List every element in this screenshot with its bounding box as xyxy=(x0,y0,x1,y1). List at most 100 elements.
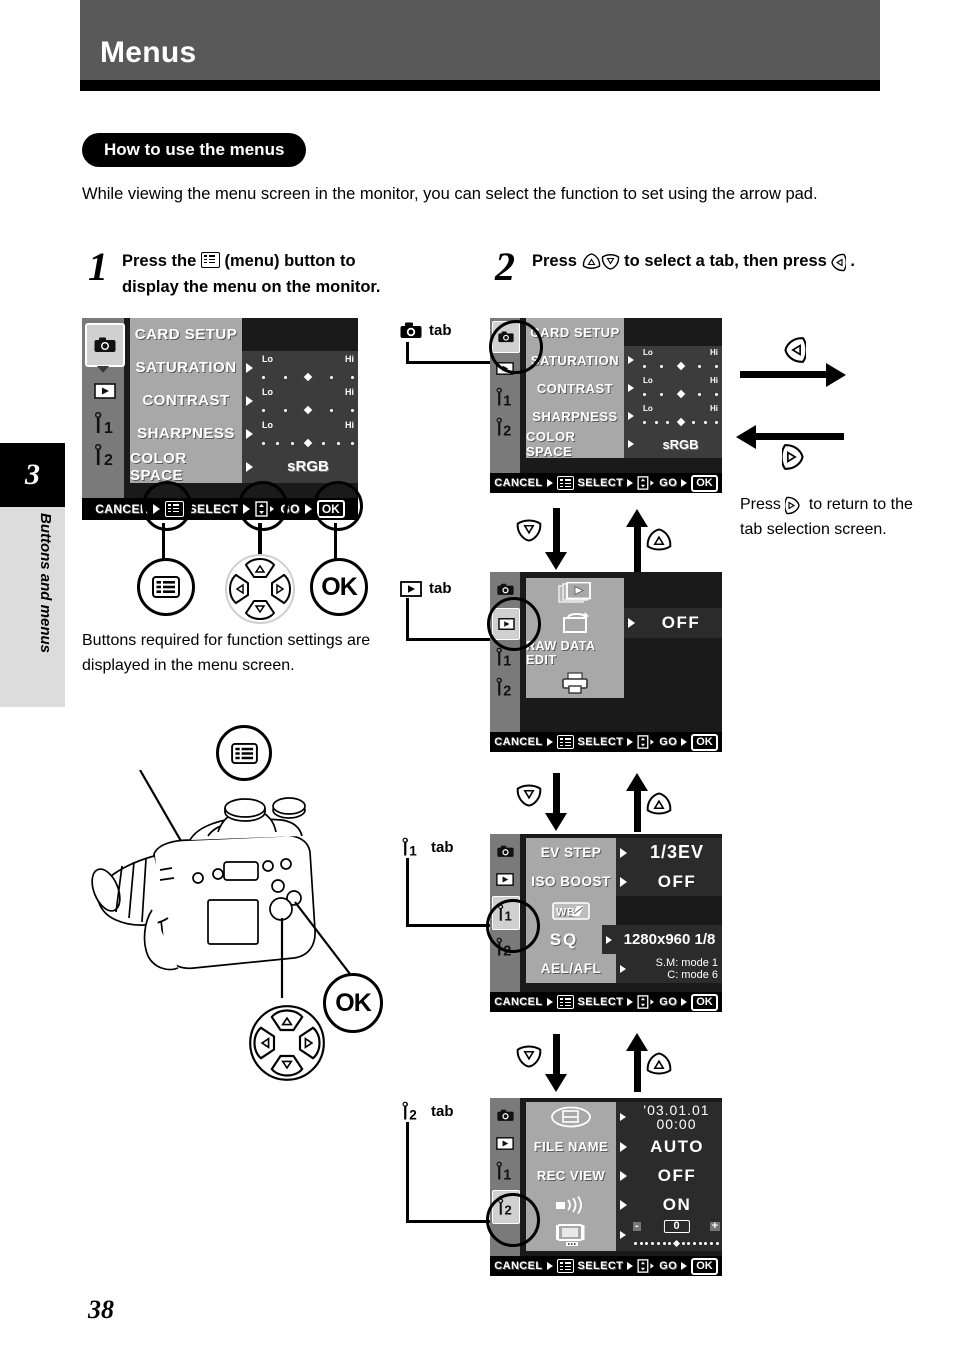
status-arrow-icon xyxy=(627,738,634,746)
menu-screen-step1[interactable]: 1 2 CARD SETUP SATURATION Lo Hi CONTRAST… xyxy=(82,318,358,520)
callout-ok-button[interactable]: OK xyxy=(310,558,368,616)
menu-row-value: 1/3EV xyxy=(616,838,722,867)
menu-row[interactable]: FILE NAME AUTO xyxy=(526,1132,722,1161)
tab-camera[interactable] xyxy=(492,838,518,864)
menu-row-value: ON xyxy=(616,1190,722,1219)
menu-row-value: S.M: mode 1 C: mode 6 xyxy=(616,954,722,983)
menu-screen-wrench2[interactable]: 1 2 '03.01.01 00:00 FILE NAME AUTO REC V… xyxy=(490,1098,722,1276)
tab-wrench2[interactable]: 2 xyxy=(492,674,518,700)
menu-row[interactable]: AEL/AFL S.M: mode 1 C: mode 6 xyxy=(526,954,722,983)
arrow-right-key-indicator xyxy=(784,336,808,369)
menu-row[interactable]: REC VIEW OFF xyxy=(526,1161,722,1190)
menu-row[interactable]: '03.01.01 00:00 xyxy=(526,1102,722,1132)
menu-row[interactable] xyxy=(526,668,722,698)
menu-row-label: ISO BOOST xyxy=(526,867,616,896)
tab-wrench1[interactable]: 1 xyxy=(492,384,518,410)
menu-row[interactable]: COLOR SPACE sRGB xyxy=(130,450,358,484)
aelafl-value-line2: C: mode 6 xyxy=(667,968,718,981)
slider-hi-label: Hi xyxy=(345,354,354,364)
menu-button-icon xyxy=(556,735,574,749)
status-ok-button[interactable]: OK xyxy=(691,733,718,751)
arrow-up-head xyxy=(626,509,648,527)
menu-row[interactable]: ISO BOOST OFF xyxy=(526,867,722,896)
color-space-value: sRGB xyxy=(287,458,329,475)
callout-menu-button[interactable] xyxy=(137,558,195,616)
menu-row[interactable]: SHARPNESS Lo Hi xyxy=(130,417,358,450)
slideshow-icon xyxy=(558,582,592,604)
status-cancel-label: CANCEL xyxy=(494,477,543,489)
wrench1-tab-icon: 1 xyxy=(398,836,424,858)
menu-row-label: REC VIEW xyxy=(526,1161,616,1190)
caption-label: tab xyxy=(431,1102,454,1120)
tab-wrench1[interactable]: 1 xyxy=(492,1158,518,1184)
caption-playback-tab: tab xyxy=(400,580,452,597)
menu-row[interactable]: SQ 1280x960 1/8 xyxy=(526,925,722,954)
slider-dots xyxy=(643,361,718,371)
menu-row[interactable]: COLOR SPACE sRGB xyxy=(526,429,722,459)
tab-camera[interactable] xyxy=(85,323,125,367)
menu-row[interactable]: EV STEP 1/3EV xyxy=(526,838,722,867)
status-go-label: GO xyxy=(659,736,678,748)
slider-lo-label: Lo xyxy=(643,348,653,357)
header-rule xyxy=(80,80,880,91)
value-caret-icon xyxy=(628,384,634,392)
menu-row-label xyxy=(526,1102,616,1132)
tab-wrench2[interactable]: 2 xyxy=(492,414,518,440)
menu-row[interactable]: SATURATION Lo Hi xyxy=(526,346,722,374)
contrast-slider[interactable]: Lo Hi xyxy=(639,374,722,402)
tab-playback[interactable] xyxy=(86,376,124,406)
tab-wrench1[interactable]: 1 xyxy=(86,408,124,438)
menu-row-label: AEL/AFL xyxy=(526,954,616,983)
value-caret-icon xyxy=(246,461,253,472)
menu-row[interactable]: CARD SETUP xyxy=(526,318,722,346)
sharpness-slider[interactable]: Lo Hi xyxy=(639,402,722,430)
value-caret-icon xyxy=(628,440,634,448)
menu-row[interactable]: - + 0 xyxy=(526,1219,722,1251)
arrow-up-key-indicator xyxy=(644,528,674,557)
status-select-label: SELECT xyxy=(577,477,624,489)
saturation-slider[interactable]: Lo Hi xyxy=(258,351,358,384)
callout-arrow-pad[interactable] xyxy=(224,553,296,625)
menu-row[interactable]: WB xyxy=(526,896,722,925)
tab-playback[interactable] xyxy=(492,1130,518,1156)
sharpness-slider[interactable]: Lo Hi xyxy=(258,417,358,450)
status-ok-button[interactable]: OK xyxy=(691,993,718,1011)
svg-text:1: 1 xyxy=(104,420,113,436)
value-caret-icon xyxy=(620,876,627,887)
brightness-plus-label: + xyxy=(709,1220,720,1232)
brightness-scale[interactable]: - + 0 xyxy=(631,1219,722,1251)
saturation-slider[interactable]: Lo Hi xyxy=(639,346,722,374)
step-2-text-after: . xyxy=(850,252,855,270)
menu-row[interactable]: RAW DATA EDIT xyxy=(526,638,722,668)
value-caret-icon xyxy=(620,964,626,973)
arrow-left-head xyxy=(736,425,756,449)
camera-ok-button-callout[interactable]: OK xyxy=(323,973,383,1033)
menu-row[interactable]: OFF xyxy=(526,608,722,638)
tab-camera[interactable] xyxy=(492,1102,518,1128)
contrast-slider[interactable]: Lo Hi xyxy=(258,384,358,417)
menu-row-label: CONTRAST xyxy=(130,384,242,417)
brightness-value: 0 xyxy=(663,1220,690,1233)
menu-row-value: sRGB xyxy=(624,430,722,458)
slider-dots xyxy=(262,372,354,382)
menu-row[interactable]: CARD SETUP xyxy=(130,318,358,351)
menu-row[interactable] xyxy=(526,578,722,608)
tab-playback[interactable] xyxy=(492,866,518,892)
caption-wrench1-tab: 1 tab xyxy=(398,836,454,858)
menu-status-bar: CANCEL SELECT GO OK xyxy=(490,732,722,752)
status-ok-button[interactable]: OK xyxy=(691,1257,718,1275)
sq-value: 1280x960 1/8 xyxy=(623,931,716,948)
menu-row[interactable]: SHARPNESS Lo Hi xyxy=(526,402,722,430)
menu-row[interactable]: SATURATION Lo Hi xyxy=(130,351,358,384)
menu-row-value: AUTO xyxy=(616,1132,722,1161)
menu-row[interactable]: CONTRAST Lo Hi xyxy=(130,384,358,417)
camera-arrow-pad-callout[interactable] xyxy=(248,1004,326,1082)
updown-key-icon xyxy=(637,1259,655,1273)
arrow-left-line xyxy=(756,433,844,440)
date-value: '03.01.01 xyxy=(643,1102,710,1118)
status-ok-button[interactable]: OK xyxy=(691,474,718,492)
menu-row[interactable]: ON xyxy=(526,1190,722,1219)
menu-row[interactable]: CONTRAST Lo Hi xyxy=(526,374,722,402)
menu-row-label: CARD SETUP xyxy=(130,318,242,351)
tab-wrench2[interactable]: 2 xyxy=(86,440,124,470)
